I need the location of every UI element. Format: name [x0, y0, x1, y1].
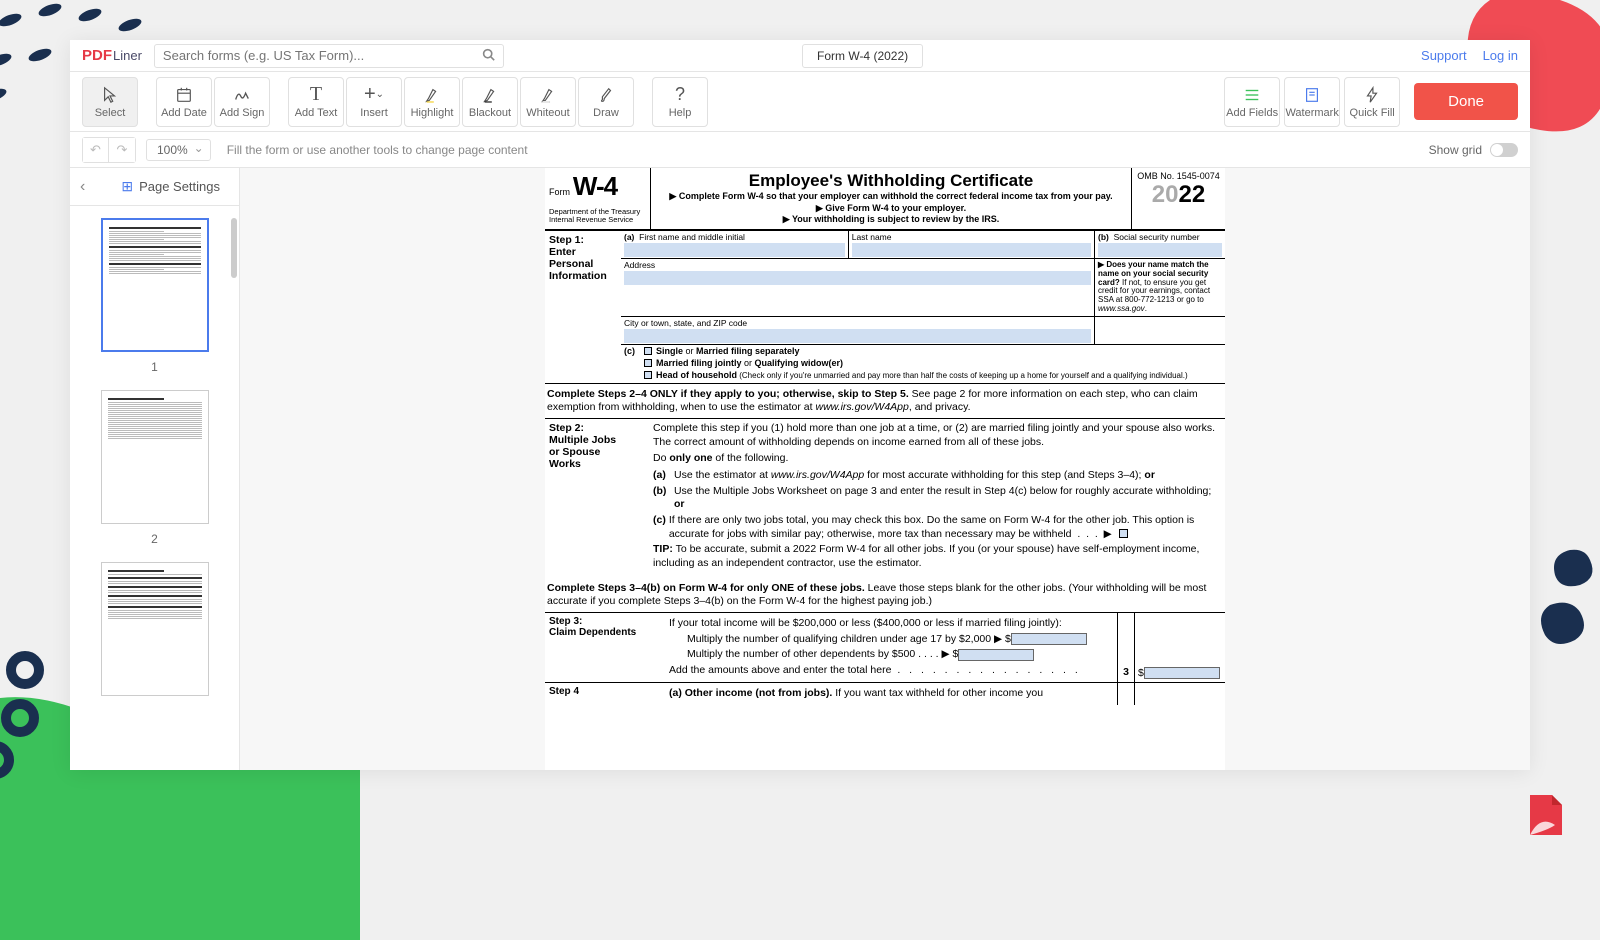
redo-button[interactable]: ↷ — [109, 138, 135, 162]
show-grid-toggle[interactable] — [1490, 143, 1518, 157]
search-input[interactable] — [163, 48, 482, 63]
signature-icon — [233, 85, 251, 105]
thumb-num-2: 2 — [82, 532, 227, 546]
tool-highlight[interactable]: Highlight — [404, 77, 460, 127]
whiteout-icon — [539, 85, 557, 105]
thumbnails-panel: 1 2 — [70, 206, 239, 770]
form-header: Form W-4 Department of the TreasuryInter… — [545, 168, 1225, 231]
tool-add-text[interactable]: T Add Text — [288, 77, 344, 127]
sidebar: ‹ ⊞ Page Settings 1 2 — [70, 168, 240, 770]
step-1: Step 1: Enter Personal Information (a) F… — [545, 231, 1225, 384]
cursor-icon — [101, 85, 119, 105]
zoom-select[interactable]: 100% — [146, 139, 211, 161]
watermark-icon — [1303, 85, 1321, 105]
support-link[interactable]: Support — [1421, 48, 1467, 63]
subbar-hint: Fill the form or use another tools to ch… — [227, 143, 528, 157]
done-button[interactable]: Done — [1414, 83, 1518, 120]
pdf-badge-icon — [1520, 790, 1570, 840]
subbar: ↶ ↷ 100% Fill the form or use another to… — [70, 132, 1530, 168]
tool-help[interactable]: ? Help — [652, 77, 708, 127]
calendar-icon — [175, 85, 193, 105]
bolt-icon — [1363, 85, 1381, 105]
thumb-num-1: 1 — [82, 360, 227, 374]
text-icon: T — [310, 85, 322, 105]
tool-blackout[interactable]: Blackout — [462, 77, 518, 127]
thumbnail-page-3[interactable] — [101, 562, 209, 696]
step3-total-amount[interactable] — [1144, 667, 1220, 679]
step3-children-amount[interactable] — [1011, 633, 1087, 645]
login-link[interactable]: Log in — [1483, 48, 1518, 63]
tool-add-date[interactable]: Add Date — [156, 77, 212, 127]
filing-joint-checkbox[interactable] — [644, 359, 652, 367]
ssn-field[interactable] — [1098, 243, 1222, 257]
thumbnails-scrollbar[interactable] — [231, 218, 237, 278]
tool-draw[interactable]: Draw — [578, 77, 634, 127]
logo[interactable]: PDFLiner — [82, 47, 142, 64]
blackout-icon — [481, 85, 499, 105]
tool-add-sign[interactable]: Add Sign — [214, 77, 270, 127]
step-4: Step 4 (a) Other income (not from jobs).… — [545, 682, 1225, 705]
lastname-field[interactable] — [852, 243, 1091, 257]
page-settings-icon: ⊞ — [121, 178, 133, 195]
step2c-checkbox[interactable] — [1119, 529, 1128, 538]
city-field[interactable] — [624, 329, 1091, 343]
main-area: ‹ ⊞ Page Settings 1 2 — [70, 168, 1530, 770]
tool-add-fields[interactable]: Add Fields — [1224, 77, 1280, 127]
plus-icon: + ⌄ — [364, 85, 384, 105]
tool-select[interactable]: Select — [82, 77, 138, 127]
step3-dependents-amount[interactable] — [958, 649, 1034, 661]
search-box[interactable] — [154, 44, 504, 68]
canvas[interactable]: Form W-4 Department of the TreasuryInter… — [240, 168, 1530, 770]
step-3: Step 3: Claim Dependents If your total i… — [545, 612, 1225, 682]
sidebar-title[interactable]: ⊞ Page Settings — [121, 178, 220, 195]
toolbar: Select Add Date Add Sign T Add Text + ⌄ … — [70, 72, 1530, 132]
filing-hoh-checkbox[interactable] — [644, 371, 652, 379]
thumbnail-page-2[interactable] — [101, 390, 209, 524]
form-page: Form W-4 Department of the TreasuryInter… — [545, 168, 1225, 770]
tool-whiteout[interactable]: Whiteout — [520, 77, 576, 127]
show-grid-label: Show grid — [1429, 143, 1482, 157]
document-title[interactable]: Form W-4 (2022) — [802, 44, 923, 68]
filing-single-checkbox[interactable] — [644, 347, 652, 355]
app-container: PDFLiner Form W-4 (2022) Support Log in … — [70, 40, 1530, 770]
tool-insert[interactable]: + ⌄ Insert — [346, 77, 402, 127]
firstname-field[interactable] — [624, 243, 845, 257]
form-title: Employee's Withholding Certificate — [657, 171, 1125, 191]
fields-icon — [1243, 85, 1261, 105]
undo-redo-group: ↶ ↷ — [82, 137, 136, 163]
highlight-icon — [423, 85, 441, 105]
decoration-right — [1520, 530, 1600, 660]
help-icon: ? — [675, 85, 685, 105]
search-icon[interactable] — [482, 48, 495, 64]
topbar: PDFLiner Form W-4 (2022) Support Log in — [70, 40, 1530, 72]
brush-icon — [597, 85, 615, 105]
undo-button[interactable]: ↶ — [83, 138, 109, 162]
address-field[interactable] — [624, 271, 1091, 285]
sidebar-back-button[interactable]: ‹ — [80, 178, 85, 196]
thumbnail-page-1[interactable] — [101, 218, 209, 352]
tool-watermark[interactable]: Watermark — [1284, 77, 1340, 127]
step-2: Step 2: Multiple Jobs or Spouse Works Co… — [545, 418, 1225, 577]
tool-quick-fill[interactable]: Quick Fill — [1344, 77, 1400, 127]
